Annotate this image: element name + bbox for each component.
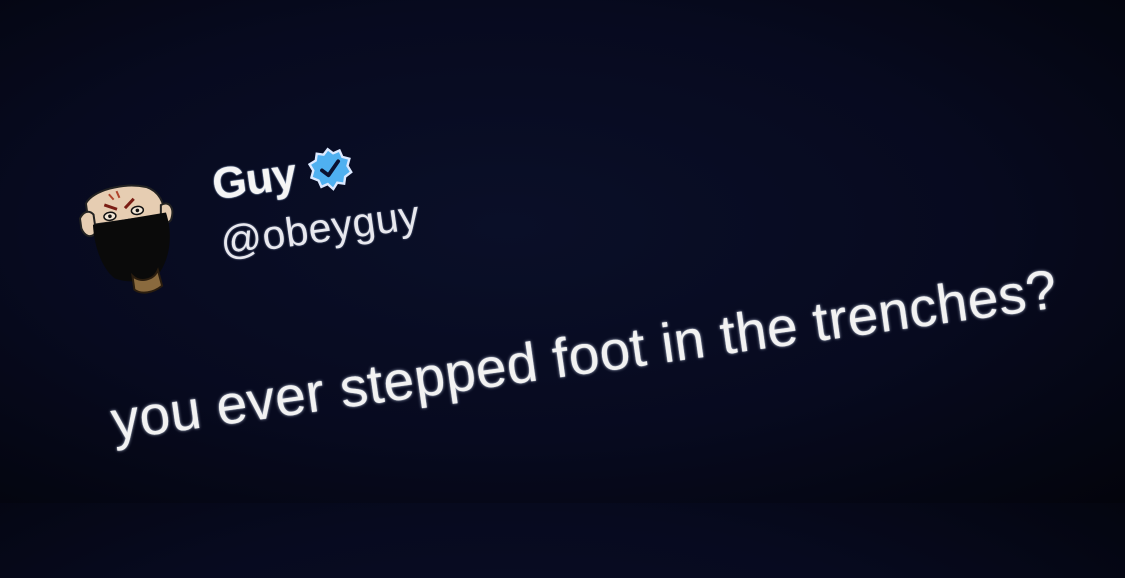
tweet-text: you ever stepped foot in the trenches? — [107, 257, 1062, 452]
avatar-illustration — [78, 184, 174, 294]
display-name[interactable]: Guy — [209, 149, 299, 209]
tweet-card: Guy @obeyguy you ever stepped foot in th… — [0, 0, 1125, 578]
verified-badge-icon — [305, 143, 357, 195]
profile-avatar[interactable] — [62, 172, 198, 308]
tweet-header: Guy @obeyguy — [209, 135, 422, 265]
